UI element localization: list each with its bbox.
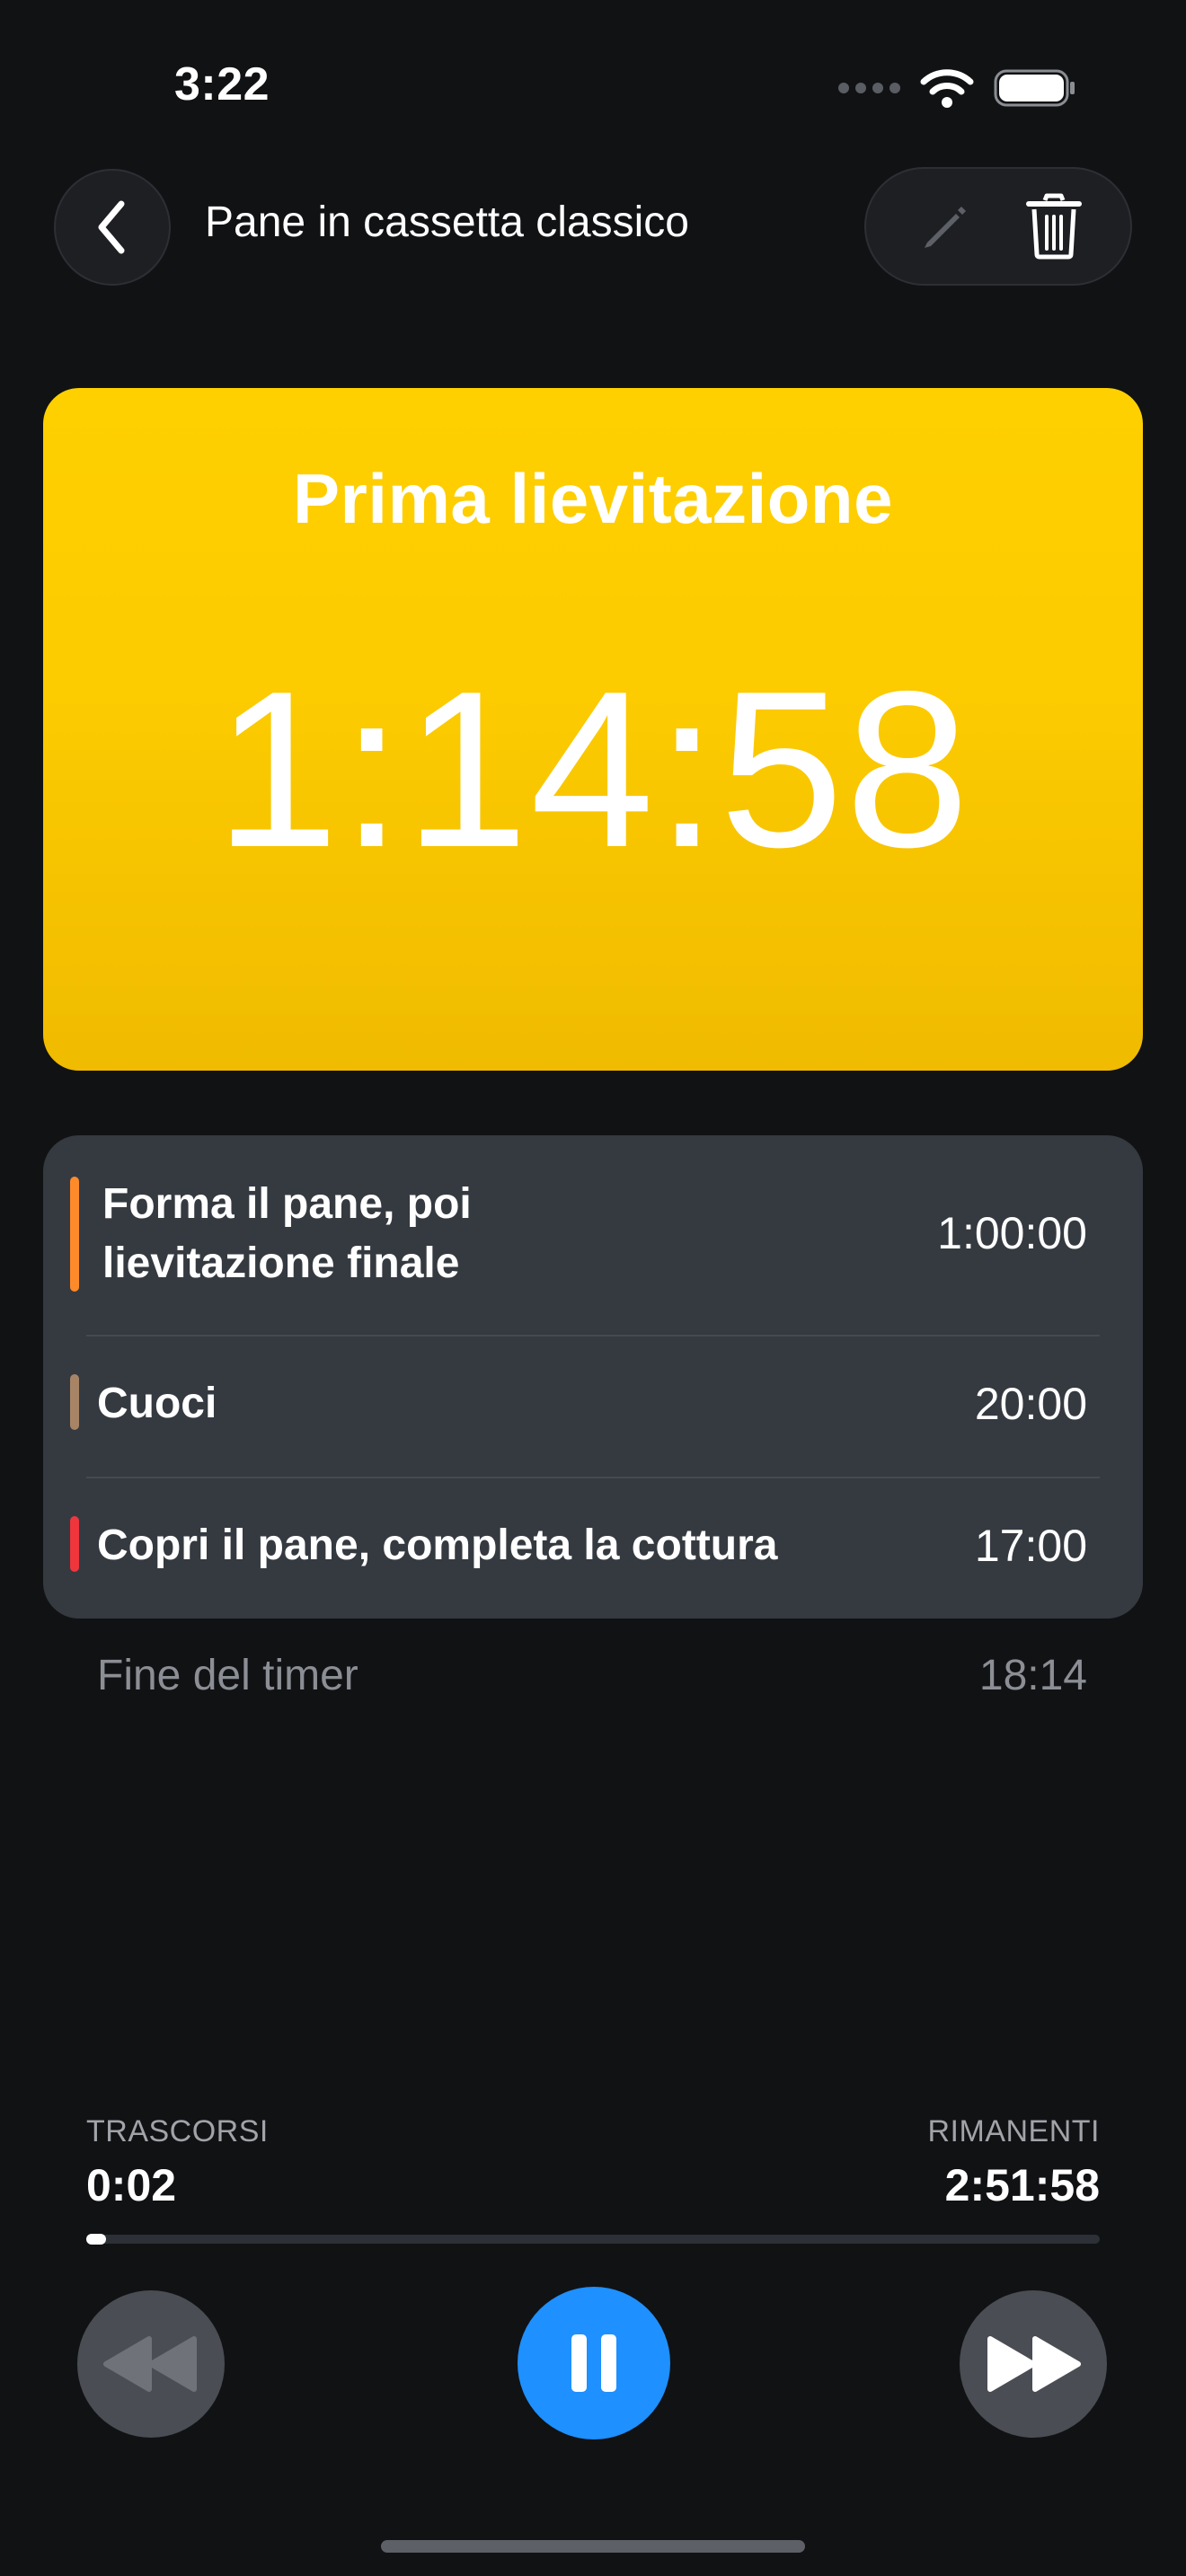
pencil-icon (924, 207, 966, 248)
step-duration: 1:00:00 (937, 1208, 1087, 1258)
signal-dots-icon (838, 83, 900, 93)
current-step-title: Prima lievitazione (293, 459, 893, 538)
progress-bar[interactable] (86, 2234, 1100, 2245)
upcoming-steps-list: Forma il pane, poi lievitazione finale 1… (43, 1135, 1143, 1619)
pause-button[interactable] (518, 2287, 670, 2439)
status-time: 3:22 (174, 58, 270, 110)
back-button[interactable] (54, 169, 171, 286)
rewind-icon (103, 2336, 197, 2392)
progress-fill (86, 2234, 106, 2245)
step-label: Cuoci (97, 1380, 217, 1427)
home-indicator[interactable] (381, 2540, 805, 2553)
fast-forward-icon (987, 2336, 1081, 2392)
chevron-left-icon (98, 200, 125, 254)
step-duration: 20:00 (974, 1379, 1087, 1429)
step-color-bar (70, 1374, 79, 1430)
header-actions (864, 167, 1132, 286)
remaining-value: 2:51:58 (944, 2160, 1100, 2210)
list-item[interactable]: Copri il pane, completa la cottura 17:00 (43, 1478, 1143, 1619)
current-step-card: Prima lievitazione 1:14:58 (43, 388, 1143, 1071)
status-icons (838, 63, 1076, 113)
step-color-bar (70, 1177, 79, 1292)
page-title: Pane in cassetta classico (205, 198, 689, 246)
current-step-countdown: 1:14:58 (215, 644, 971, 894)
list-item[interactable]: Forma il pane, poi lievitazione finale 1… (43, 1135, 1143, 1335)
trash-icon (1025, 193, 1082, 260)
timer-end-row: Fine del timer 18:14 (97, 1651, 1087, 1700)
edit-button[interactable] (900, 183, 987, 269)
list-item[interactable]: Cuoci 20:00 (43, 1337, 1143, 1477)
timer-end-label: Fine del timer (97, 1652, 358, 1699)
step-label-line: Forma il pane, poi (102, 1180, 472, 1228)
timer-end-time: 18:14 (978, 1652, 1087, 1699)
step-label: Forma il pane, poi lievitazione finale (102, 1175, 472, 1293)
elapsed-value: 0:02 (86, 2160, 177, 2210)
battery-icon (994, 68, 1076, 108)
elapsed-label: TRASCORSI (86, 2114, 269, 2148)
step-duration: 17:00 (974, 1521, 1087, 1571)
wifi-icon (920, 69, 974, 108)
pause-icon (571, 2334, 616, 2392)
delete-button[interactable] (1011, 183, 1097, 269)
remaining-label: RIMANENTI (927, 2114, 1100, 2148)
step-color-bar (70, 1516, 79, 1572)
step-label: Copri il pane, completa la cottura (97, 1522, 778, 1569)
step-label-line: lievitazione finale (102, 1239, 460, 1287)
previous-step-button[interactable] (77, 2290, 225, 2438)
next-step-button[interactable] (960, 2290, 1107, 2438)
